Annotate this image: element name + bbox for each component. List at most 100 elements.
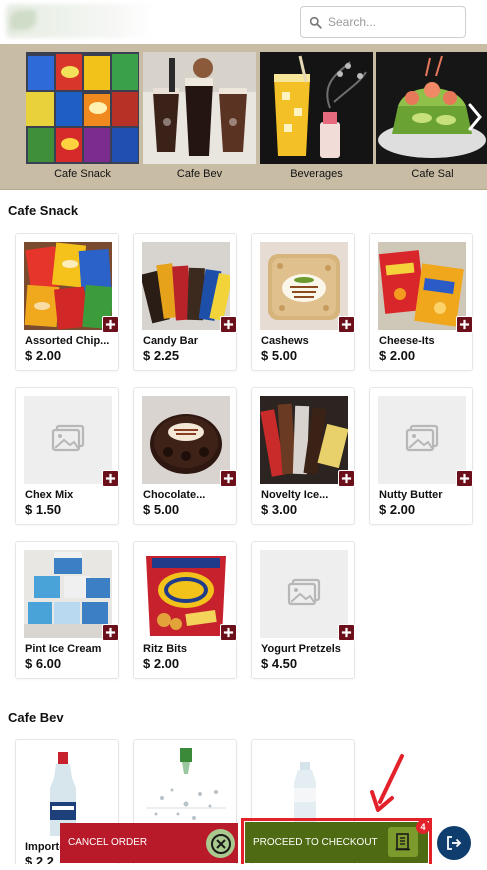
product-image: [260, 550, 348, 638]
add-to-cart-button[interactable]: [220, 316, 237, 333]
cancel-order-label: CANCEL ORDER: [68, 837, 148, 848]
image-placeholder-icon: [24, 396, 112, 484]
search-icon: [309, 16, 322, 29]
annotation-arrow-icon: [370, 754, 404, 812]
product-name: Cheese-Its: [379, 335, 435, 347]
product-name: Ritz Bits: [143, 643, 187, 655]
logo-leaf-icon: [10, 10, 36, 30]
bottom-edge: [0, 864, 487, 870]
header: [0, 0, 487, 44]
product-image: [378, 396, 466, 484]
add-to-cart-button[interactable]: [102, 624, 119, 641]
add-to-cart-button[interactable]: [456, 316, 473, 333]
product-image: [24, 242, 112, 330]
category-image: [143, 52, 256, 164]
kiosk-page: Cafe Snack Cafe Bev: [0, 0, 487, 870]
category-label: Cafe Snack: [54, 168, 111, 180]
add-to-cart-button[interactable]: [220, 624, 237, 641]
product-image: [24, 396, 112, 484]
plus-icon: [459, 319, 470, 330]
checkout-label: PROCEED TO CHECKOUT: [253, 837, 378, 848]
chevron-right-icon[interactable]: [467, 102, 483, 132]
search-box[interactable]: [300, 6, 466, 38]
product-name: Novelty Ice...: [261, 489, 329, 501]
search-input[interactable]: [328, 15, 448, 29]
product-card-cheese-its[interactable]: Cheese-Its $ 2.00: [369, 233, 473, 371]
product-name: Chex Mix: [25, 489, 74, 501]
product-name: Assorted Chip...: [25, 335, 110, 347]
plus-icon: [223, 627, 234, 638]
category-label: Cafe Bev: [176, 168, 223, 180]
section-title: Cafe Snack: [8, 203, 79, 218]
product-image: [260, 242, 348, 330]
product-price: $ 6.00: [25, 656, 62, 671]
product-card-cashews[interactable]: Cashews $ 5.00: [251, 233, 355, 371]
category-image: [26, 52, 139, 164]
logout-button[interactable]: [437, 826, 471, 860]
plus-icon: [105, 473, 116, 484]
plus-icon: [223, 473, 234, 484]
product-image: [142, 550, 230, 638]
add-to-cart-button[interactable]: [220, 470, 237, 487]
logout-icon: [447, 836, 462, 850]
add-to-cart-button[interactable]: [102, 470, 119, 487]
receipt-icon: [395, 833, 410, 851]
product-image: [142, 396, 230, 484]
product-image: [142, 242, 230, 330]
close-circle-icon[interactable]: [206, 829, 235, 858]
category-image: [260, 52, 373, 164]
plus-icon: [223, 319, 234, 330]
category-cafe-bev[interactable]: Cafe Bev: [143, 52, 256, 180]
product-card-candy-bar[interactable]: Candy Bar $ 2.25: [133, 233, 237, 371]
product-price: $ 2.00: [379, 348, 416, 363]
product-price: $ 1.50: [25, 502, 62, 517]
plus-icon: [105, 319, 116, 330]
product-image: [378, 242, 466, 330]
product-name: Candy Bar: [143, 335, 199, 347]
product-card-novelty-ice-cream[interactable]: Novelty Ice... $ 3.00: [251, 387, 355, 525]
product-card-yogurt-pretzels[interactable]: Yogurt Pretzels $ 4.50: [251, 541, 355, 679]
add-to-cart-button[interactable]: [338, 624, 355, 641]
category-cafe-snack[interactable]: Cafe Snack: [26, 52, 139, 180]
add-to-cart-button[interactable]: [338, 316, 355, 333]
cart-button[interactable]: [388, 827, 418, 857]
product-card-ritz-bits[interactable]: Ritz Bits $ 2.00: [133, 541, 237, 679]
product-name: Chocolate...: [143, 489, 206, 501]
section-title: Cafe Bev: [8, 710, 64, 725]
category-label: Beverages: [290, 168, 343, 180]
plus-icon: [341, 319, 352, 330]
cancel-order-button[interactable]: CANCEL ORDER: [60, 823, 238, 863]
category-label: Cafe Sal: [411, 168, 454, 180]
product-name: Yogurt Pretzels: [261, 643, 341, 655]
proceed-to-checkout-button[interactable]: PROCEED TO CHECKOUT: [245, 822, 428, 863]
add-to-cart-button[interactable]: [102, 316, 119, 333]
product-image: [24, 550, 112, 638]
product-price: $ 5.00: [143, 502, 180, 517]
plus-icon: [341, 627, 352, 638]
product-image: [260, 396, 348, 484]
cart-count-badge: 4: [416, 820, 430, 834]
product-price: $ 2.00: [379, 502, 416, 517]
product-card-assorted-chips[interactable]: Assorted Chip... $ 2.00: [15, 233, 119, 371]
product-card-pint-ice-cream[interactable]: Pint Ice Cream $ 6.00: [15, 541, 119, 679]
plus-icon: [341, 473, 352, 484]
product-price: $ 2.25: [143, 348, 180, 363]
image-placeholder-icon: [260, 550, 348, 638]
plus-icon: [459, 473, 470, 484]
add-to-cart-button[interactable]: [456, 470, 473, 487]
category-carousel: Cafe Snack Cafe Bev Beverages Cafe Sal: [0, 44, 487, 190]
product-name: Cashews: [261, 335, 309, 347]
product-price: $ 4.50: [261, 656, 298, 671]
product-card-chex-mix[interactable]: Chex Mix $ 1.50: [15, 387, 119, 525]
product-price: $ 5.00: [261, 348, 298, 363]
product-price: $ 3.00: [261, 502, 298, 517]
category-beverages[interactable]: Beverages: [260, 52, 373, 180]
product-name: Nutty Butter: [379, 489, 443, 501]
plus-icon: [105, 627, 116, 638]
product-price: $ 2.00: [25, 348, 62, 363]
product-card-chocolate[interactable]: Chocolate... $ 5.00: [133, 387, 237, 525]
product-name: Pint Ice Cream: [25, 643, 102, 655]
product-card-nutty-butter[interactable]: Nutty Butter $ 2.00: [369, 387, 473, 525]
image-placeholder-icon: [378, 396, 466, 484]
add-to-cart-button[interactable]: [338, 470, 355, 487]
